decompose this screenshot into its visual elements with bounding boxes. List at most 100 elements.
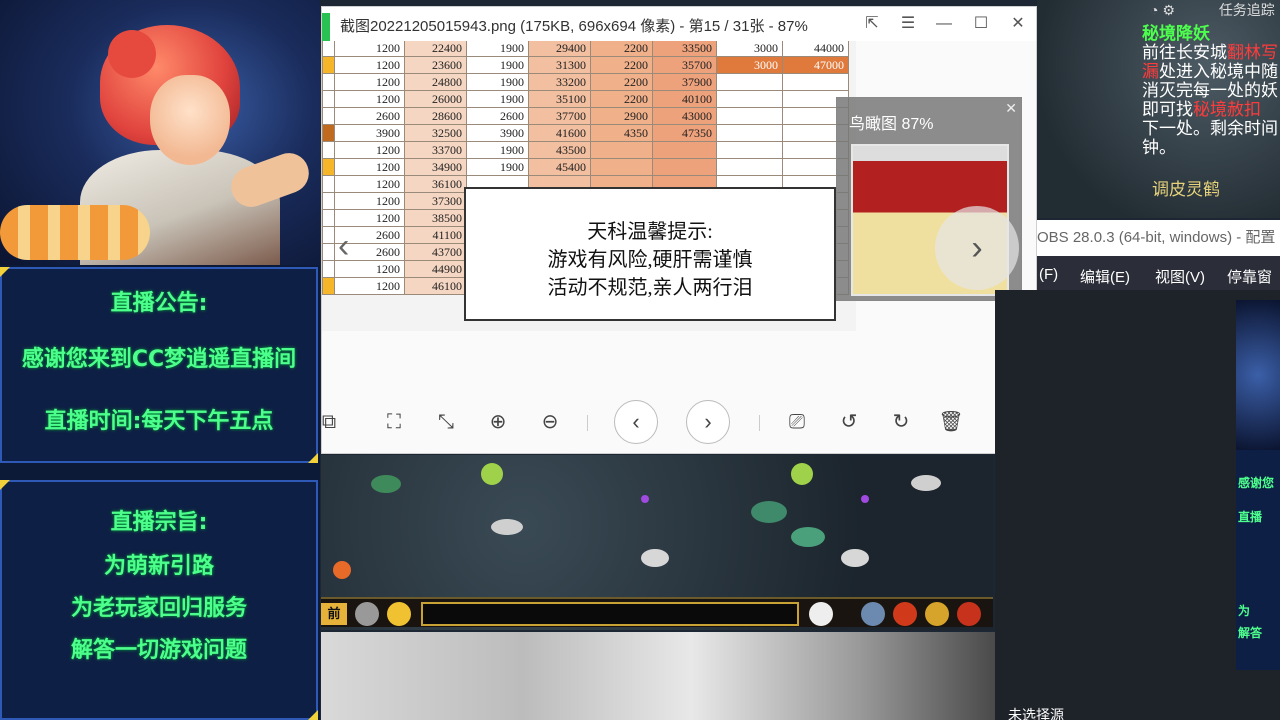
sheet-cell: 47350 [652,124,717,142]
close-button[interactable]: ✕ [1004,13,1032,35]
birdseye-panel[interactable]: 鸟瞰图 87% ✕ › [836,97,1022,301]
bush-sprite [791,527,825,547]
menu-file[interactable]: (F) [1039,266,1058,283]
preview-text: 解答 [1238,626,1263,640]
desktop-background [321,632,995,720]
crystal-sprite [641,495,649,503]
sheet-row: 1200 33700 1900 43500 [322,141,849,159]
sheet-cell [782,73,849,91]
sheet-marker-cell [322,124,335,142]
sheet-cell: 41100 [404,226,467,244]
previous-button[interactable]: ‹ [614,400,658,444]
sheet-marker-cell [322,243,335,261]
sheet-marker-cell [322,277,335,295]
game-scene[interactable]: 前 [321,455,993,630]
preview-text: 为 [1238,604,1251,618]
previous-image-arrow-icon[interactable]: ‹ [338,227,349,266]
emoji-icon[interactable] [387,602,411,626]
sword-icon[interactable] [861,602,885,626]
sheet-cell: 2200 [590,90,653,108]
menu-docks[interactable]: 停靠窗 [1227,266,1272,287]
preview-text: 直播 [1238,510,1263,524]
microphone-icon[interactable] [355,602,379,626]
sheet-cell: 33200 [528,73,591,91]
sheet-cell: 1900 [466,73,529,91]
birdseye-label: 鸟瞰图 87% [849,116,934,133]
sheet-cell: 3900 [334,124,405,142]
sheet-row: 2600 28600 2600 37700 2900 43000 [322,107,849,125]
sheet-cell: 44000 [782,41,849,57]
sheet-cell [652,158,717,176]
copy-icon[interactable]: ⧉ [312,405,346,439]
sheet-cell: 35100 [528,90,591,108]
sheet-cell: 32500 [404,124,467,142]
notice-welcome: 感谢您来到CC梦逍遥直播间 [21,347,297,372]
app-tab-indicator [322,13,330,41]
birdseye-close-icon[interactable]: ✕ [1005,100,1017,117]
rotate-left-icon[interactable]: ↺ [832,405,866,439]
sheet-cell: 37700 [528,107,591,125]
menu-view[interactable]: 视图(V) [1155,266,1205,287]
next-image-arrow-icon[interactable]: › [935,206,1019,290]
chat-channel-label[interactable]: 前 [321,603,347,625]
quest-text: 下一处。剩余时间 [1142,119,1278,139]
pin-icon[interactable]: ⇱ [858,13,886,35]
next-button[interactable]: › [686,400,730,444]
sheet-cell [716,141,783,159]
warning-notice: 天科温馨提示: 游戏有风险,硬肝需谨慎 活动不规范,亲人两行泪 [464,187,836,321]
skeleton-sprite [641,549,669,567]
zoom-out-icon[interactable]: ⊖ [533,405,567,439]
zoom-in-icon[interactable]: ⊕ [481,405,515,439]
bush-sprite [371,475,401,493]
no-source-label: 未选择源 [1008,707,1064,720]
sheet-cell: 47000 [782,56,849,74]
sheet-cell: 35700 [652,56,717,74]
maximize-button[interactable]: ☐ [967,13,995,35]
sheet-cell: 46100 [404,277,467,295]
sheet-cell: 45400 [528,158,591,176]
sheet-cell: 44900 [404,260,467,278]
menu-icon[interactable]: ☰ [894,13,922,35]
fit-window-icon[interactable]: ⛶ [377,405,411,439]
sheet-cell: 34900 [404,158,467,176]
settings-icon[interactable]: ⚙ [1162,2,1175,18]
sheet-marker-cell [322,226,335,244]
delete-icon[interactable]: 🗑 [934,405,968,439]
quest-link[interactable]: 漏 [1142,62,1159,82]
quest-link[interactable]: 翻林写 [1227,43,1278,63]
chest-icon[interactable] [893,602,917,626]
menu-edit[interactable]: 编辑(E) [1080,266,1130,287]
quest-text: 即可找 [1142,100,1193,120]
skeleton-sprite [491,519,523,535]
treasure-icon[interactable] [957,602,981,626]
slideshow-icon[interactable]: ⎚ [780,405,814,439]
game-chat-bar: 前 [321,597,993,627]
actual-size-icon[interactable]: ⤡ [429,405,463,439]
sheet-cell: 2600 [466,107,529,125]
clock-icon[interactable]: ◔ [1150,2,1158,18]
rotate-right-icon[interactable]: ↻ [884,405,918,439]
viewer-titlebar[interactable]: 截图20221205015943.png (175KB, 696x694 像素)… [322,7,1036,41]
purpose-title: 直播宗旨: [110,510,208,535]
sheet-cell: 1200 [334,41,405,57]
gift-icon[interactable] [925,602,949,626]
quest-text: 钟。 [1142,138,1176,158]
quest-title: 秘境降妖 [1142,24,1210,44]
chat-input[interactable] [421,602,799,626]
obs-preview[interactable]: 感谢您 直播 为 解答 [1236,300,1280,670]
npc-name: 调皮灵鹤 [1152,180,1220,200]
sheet-row: 1200 23600 1900 31300 2200 35700 3000 47000 [322,56,849,74]
minimize-button[interactable]: — [930,13,958,35]
bush-sprite [751,501,787,523]
image-viewer-window: 截图20221205015943.png (175KB, 696x694 像素)… [321,6,1037,454]
image-canvas[interactable]: 1200 22400 1900 29400 2200 33500 3000 44000 1200… [322,41,856,331]
crystal-sprite [861,495,869,503]
quest-link[interactable]: 秘境赦扣 [1193,100,1261,120]
tree-sprite [481,463,503,485]
pet-icon[interactable] [809,602,833,626]
sheet-marker-cell [322,107,335,125]
sheet-marker-cell [322,141,335,159]
sheet-cell: 1200 [334,56,405,74]
sheet-cell: 43700 [404,243,467,261]
sheet-cell: 29400 [528,41,591,57]
